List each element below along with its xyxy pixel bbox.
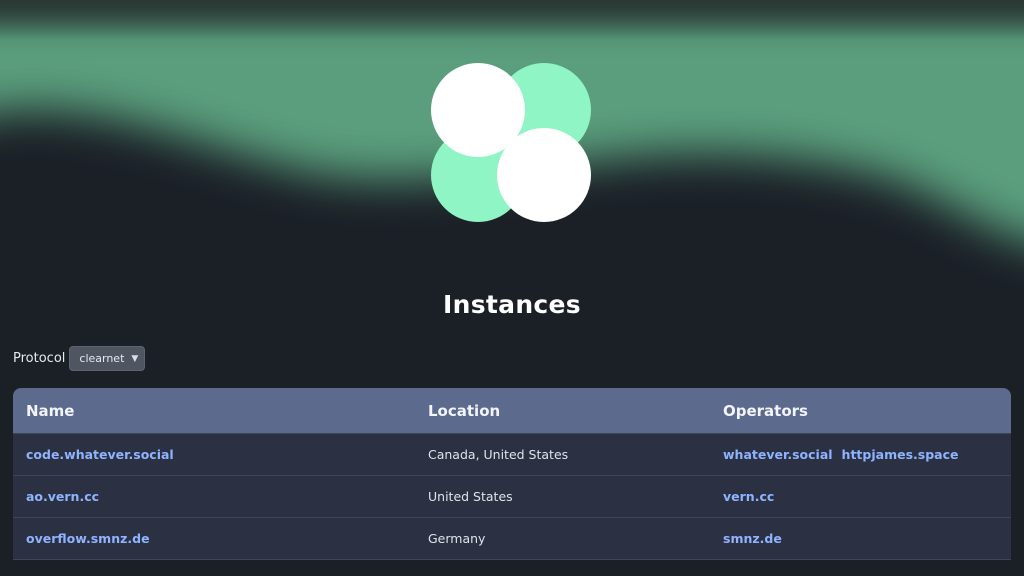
instance-location: United States xyxy=(415,475,710,518)
protocol-filter: Protocol clearnet ▼ xyxy=(13,346,146,371)
instances-table: Name Location Operators code.whatever.so… xyxy=(13,388,1011,560)
operator-link[interactable]: httpjames.space xyxy=(842,447,959,462)
instance-location: Canada, United States xyxy=(415,433,710,476)
table-row: ao.vern.cc United States vern.cc xyxy=(13,475,1011,518)
operator-link[interactable]: vern.cc xyxy=(723,489,774,504)
operator-link[interactable]: whatever.social xyxy=(723,447,833,462)
protocol-label: Protocol xyxy=(13,351,66,366)
table-row: overflow.smnz.de Germany smnz.de xyxy=(13,517,1011,560)
table-header-row: Name Location Operators xyxy=(13,388,1011,434)
chevron-down-icon: ▼ xyxy=(131,353,139,364)
protocol-selected-value: clearnet xyxy=(79,352,125,365)
column-header-name: Name xyxy=(13,388,415,434)
instance-link[interactable]: overflow.smnz.de xyxy=(26,531,150,546)
page-title: Instances xyxy=(443,290,581,319)
protocol-select[interactable]: clearnet ▼ xyxy=(69,346,146,371)
instance-link[interactable]: code.whatever.social xyxy=(26,447,174,462)
column-header-operators: Operators xyxy=(710,388,1011,434)
instance-location: Germany xyxy=(415,517,710,560)
four-circle-logo-icon xyxy=(430,62,594,226)
instance-link[interactable]: ao.vern.cc xyxy=(26,489,99,504)
table-row: code.whatever.social Canada, United Stat… xyxy=(13,433,1011,476)
operator-link[interactable]: smnz.de xyxy=(723,531,782,546)
column-header-location: Location xyxy=(415,388,710,434)
